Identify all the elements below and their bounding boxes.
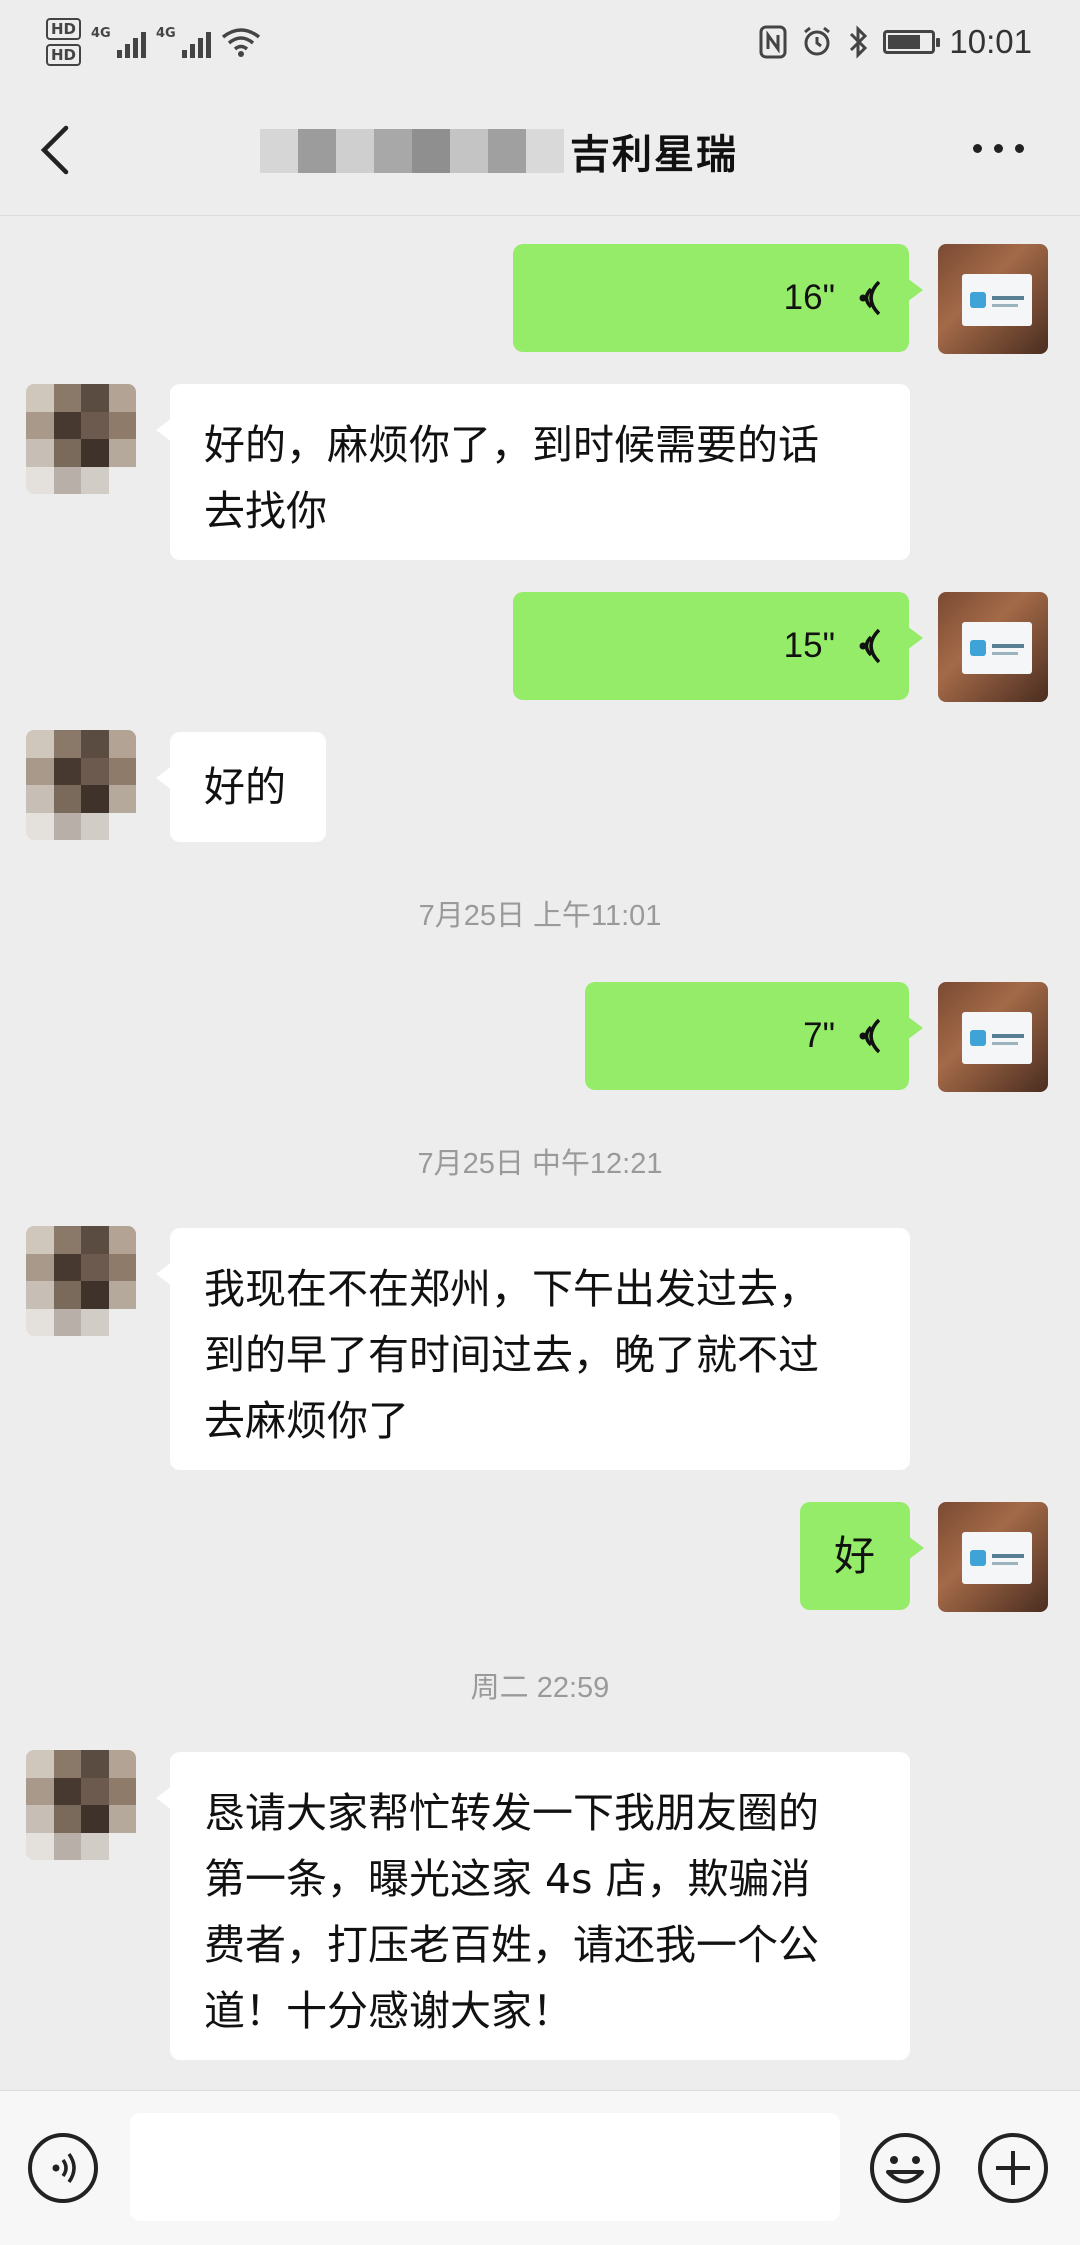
voice-message-bubble[interactable]: 7" (585, 982, 923, 1090)
text-message-bubble[interactable]: 好 (800, 1502, 924, 1610)
contact-avatar[interactable] (26, 730, 136, 840)
voice-wave-icon (859, 280, 881, 316)
signal-icon-1: 4G (91, 26, 147, 58)
message-line: 我现在不在郑州，下午出发过去， (204, 1265, 819, 1313)
text-message-bubble[interactable]: 我现在不在郑州，下午出发过去， 到的早了有时间过去，晚了就不过 去麻烦你了 (156, 1228, 910, 1470)
voice-duration: 15" (783, 626, 835, 665)
back-arrow-icon[interactable] (36, 122, 76, 178)
nfc-icon (759, 25, 787, 59)
signal-icon-2: 4G (156, 26, 212, 58)
voice-message-bubble[interactable]: 15" (513, 592, 923, 700)
blurred-contact-name (260, 129, 564, 173)
chat-title: 吉利星瑞 (570, 132, 738, 178)
header-divider (0, 215, 1080, 216)
status-bar: HD HD 4G 4G 10:01 (0, 0, 1080, 84)
voice-input-icon[interactable] (26, 2131, 100, 2205)
message-line: 好的，麻烦你了，到时候需要的话 (204, 421, 819, 469)
alarm-icon (804, 26, 831, 56)
voice-message-bubble[interactable]: 16" (513, 244, 923, 352)
voice-wave-icon (859, 628, 881, 664)
my-avatar[interactable] (938, 244, 1048, 354)
my-avatar[interactable] (938, 1502, 1048, 1612)
wifi-icon (221, 28, 261, 57)
emoji-icon[interactable] (868, 2131, 942, 2205)
message-line: 费者，打压老百姓，请还我一个公 (204, 1921, 819, 1969)
message-line: 道！十分感谢大家！ (204, 1987, 573, 2035)
chat-header: 吉利星瑞 (0, 84, 1080, 216)
network-type-1: 4G (91, 26, 111, 41)
hd-badge-2: HD (46, 44, 82, 66)
message-line: 恳请大家帮忙转发一下我朋友圈的 (204, 1789, 819, 1837)
message-input[interactable] (130, 2113, 840, 2221)
timestamp: 周二 22:59 (470, 1672, 610, 1704)
network-type-2: 4G (156, 26, 176, 41)
contact-avatar[interactable] (26, 1226, 136, 1336)
text-message-bubble[interactable]: 恳请大家帮忙转发一下我朋友圈的 第一条，曝光这家 4s 店，欺骗消 费者，打压老… (156, 1752, 910, 2060)
status-time: 10:01 (949, 23, 1032, 60)
voice-duration: 16" (783, 278, 835, 317)
timestamp: 7月25日 中午12:21 (417, 1148, 663, 1180)
message-line: 到的早了有时间过去，晚了就不过 (204, 1331, 819, 1379)
contact-avatar[interactable] (26, 1750, 136, 1860)
input-bar (0, 2090, 1080, 2245)
voice-duration: 7" (803, 1016, 835, 1055)
more-options-icon[interactable] (973, 144, 1024, 153)
hd-badges: HD HD (46, 18, 82, 66)
my-avatar[interactable] (938, 592, 1048, 702)
contact-avatar[interactable] (26, 384, 136, 494)
plus-icon[interactable] (976, 2131, 1050, 2205)
message-line: 好的 (204, 763, 286, 811)
voice-wave-icon (859, 1018, 881, 1054)
message-line: 去找你 (204, 487, 327, 535)
message-line: 好 (834, 1532, 875, 1580)
timestamp: 7月25日 上午11:01 (418, 900, 662, 932)
hd-badge-1: HD (46, 18, 82, 40)
battery-icon (883, 30, 941, 54)
bluetooth-icon (850, 25, 868, 59)
text-message-bubble[interactable]: 好的 (156, 732, 326, 842)
text-message-bubble[interactable]: 好的，麻烦你了，到时候需要的话 去找你 (156, 384, 910, 560)
message-line: 第一条，曝光这家 4s 店，欺骗消 (204, 1855, 811, 1903)
my-avatar[interactable] (938, 982, 1048, 1092)
message-line: 去麻烦你了 (204, 1397, 409, 1445)
